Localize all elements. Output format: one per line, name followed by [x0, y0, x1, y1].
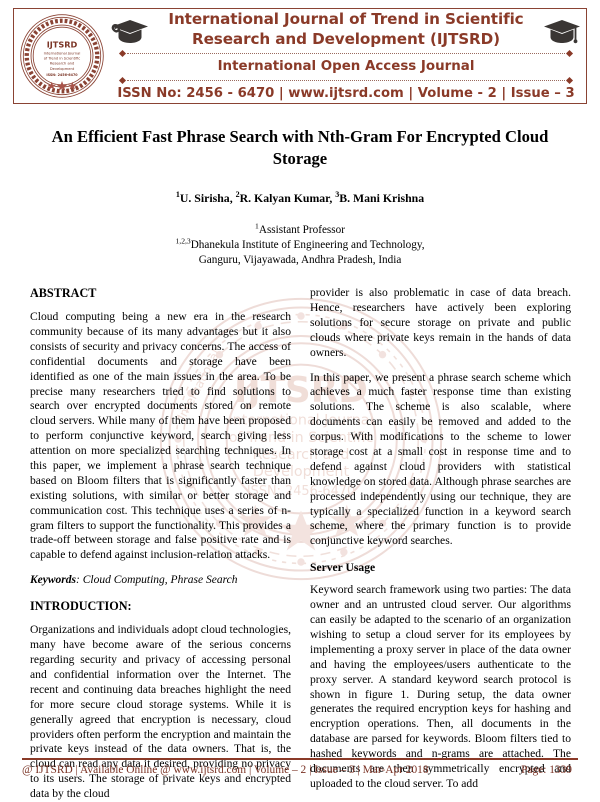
- right-paragraph-2: In this paper, we present a phrase searc…: [310, 370, 571, 548]
- affiliation-place: Ganguru, Vijayawada, Andhra Pradesh, Ind…: [198, 254, 402, 267]
- dotted-line: [127, 53, 565, 55]
- dotted-line: [127, 79, 565, 81]
- seal-icon: IJTSRD International Journal of Trend in…: [20, 14, 104, 98]
- diamond-dot-icon: [118, 76, 127, 84]
- diamond-dot-icon: [118, 50, 127, 58]
- affiliation-institute: Dhanekula Institute of Engineering and T…: [190, 239, 425, 252]
- right-paragraph-1: provider is also problematic in case of …: [310, 286, 571, 359]
- title-block: An Efficient Fast Phrase Search with Nth…: [0, 126, 600, 268]
- abstract-text: Cloud computing being a new era in the r…: [30, 310, 291, 562]
- journal-title-line1: International Journal of Trend in Scient…: [168, 10, 524, 29]
- left-column: ABSTRACT Cloud computing being a new era…: [30, 286, 291, 802]
- svg-text:of Trend in Scientific: of Trend in Scientific: [44, 56, 81, 60]
- affiliation-role: Assistant Professor: [258, 224, 345, 237]
- keywords-label: Keywords: [30, 574, 76, 587]
- document-page: IJTSRD International Journal of Trend in…: [0, 8, 600, 800]
- svg-text:IJTSRD: IJTSRD: [47, 39, 78, 49]
- footer-citation: @ IJTSRD | Available Online @ www.ijtsrd…: [22, 764, 429, 776]
- masthead-divider-bottom: [118, 76, 574, 84]
- author-name: B. Mani Krishna: [339, 191, 425, 206]
- masthead-title-row: International Journal of Trend in Scient…: [110, 10, 582, 49]
- introduction-heading: INTRODUCTION:: [30, 599, 132, 614]
- keywords-value: : Cloud Computing, Phrase Search: [76, 574, 238, 587]
- journal-masthead: IJTSRD International Journal of Trend in…: [13, 8, 587, 104]
- affiliation-inst-sup: 1,2,3: [175, 236, 191, 246]
- keywords-line: Keywords: Cloud Computing, Phrase Search: [30, 574, 291, 586]
- masthead-divider-top: [118, 50, 574, 58]
- journal-logo: IJTSRD International Journal of Trend in…: [14, 9, 110, 103]
- diamond-dot-icon: [565, 76, 574, 84]
- affiliation-role-line: 1Assistant Professor: [30, 222, 570, 238]
- svg-text:International Journal: International Journal: [44, 51, 81, 55]
- abstract-heading: ABSTRACT: [30, 286, 97, 301]
- body-columns: ABSTRACT Cloud computing being a new era…: [0, 286, 600, 802]
- open-access-label: International Open Access Journal: [217, 58, 475, 74]
- author-list: 1U. Sirisha, 2R. Kalyan Kumar, 3B. Mani …: [30, 191, 570, 206]
- affiliation-institute-line: 1,2,3Dhanekula Institute of Engineering …: [30, 236, 570, 253]
- masthead-titles: International Journal of Trend in Scient…: [156, 10, 536, 49]
- right-column: provider is also problematic in case of …: [310, 286, 571, 802]
- server-usage-heading: Server Usage: [310, 561, 376, 575]
- issn-volume-line: ISSN No: 2456 - 6470 | www.ijtsrd.com | …: [117, 86, 575, 102]
- author-name: U. Sirisha,: [179, 191, 236, 206]
- graduation-cap-icon-left: [110, 13, 150, 47]
- page-title: An Efficient Fast Phrase Search with Nth…: [51, 127, 549, 168]
- svg-text:Development: Development: [50, 67, 75, 71]
- graduation-cap-icon-right: [542, 13, 582, 47]
- svg-text:Research and: Research and: [50, 62, 75, 66]
- masthead-text-block: International Journal of Trend in Scient…: [110, 9, 586, 103]
- svg-text:ISSN: 2456-6470: ISSN: 2456-6470: [46, 73, 78, 77]
- footer-divider: [22, 757, 578, 760]
- diamond-dot-icon: [565, 50, 574, 58]
- affiliation-block: 1Assistant Professor 1,2,3Dhanekula Inst…: [30, 222, 570, 268]
- footer-row: @ IJTSRD | Available Online @ www.ijtsrd…: [22, 764, 578, 776]
- footer-page-number: Page: 1339: [521, 764, 572, 776]
- author-name: R. Kalyan Kumar,: [239, 191, 336, 206]
- page-footer: @ IJTSRD | Available Online @ www.ijtsrd…: [22, 757, 578, 776]
- journal-title-line2: Research and Development (IJTSRD): [192, 29, 500, 48]
